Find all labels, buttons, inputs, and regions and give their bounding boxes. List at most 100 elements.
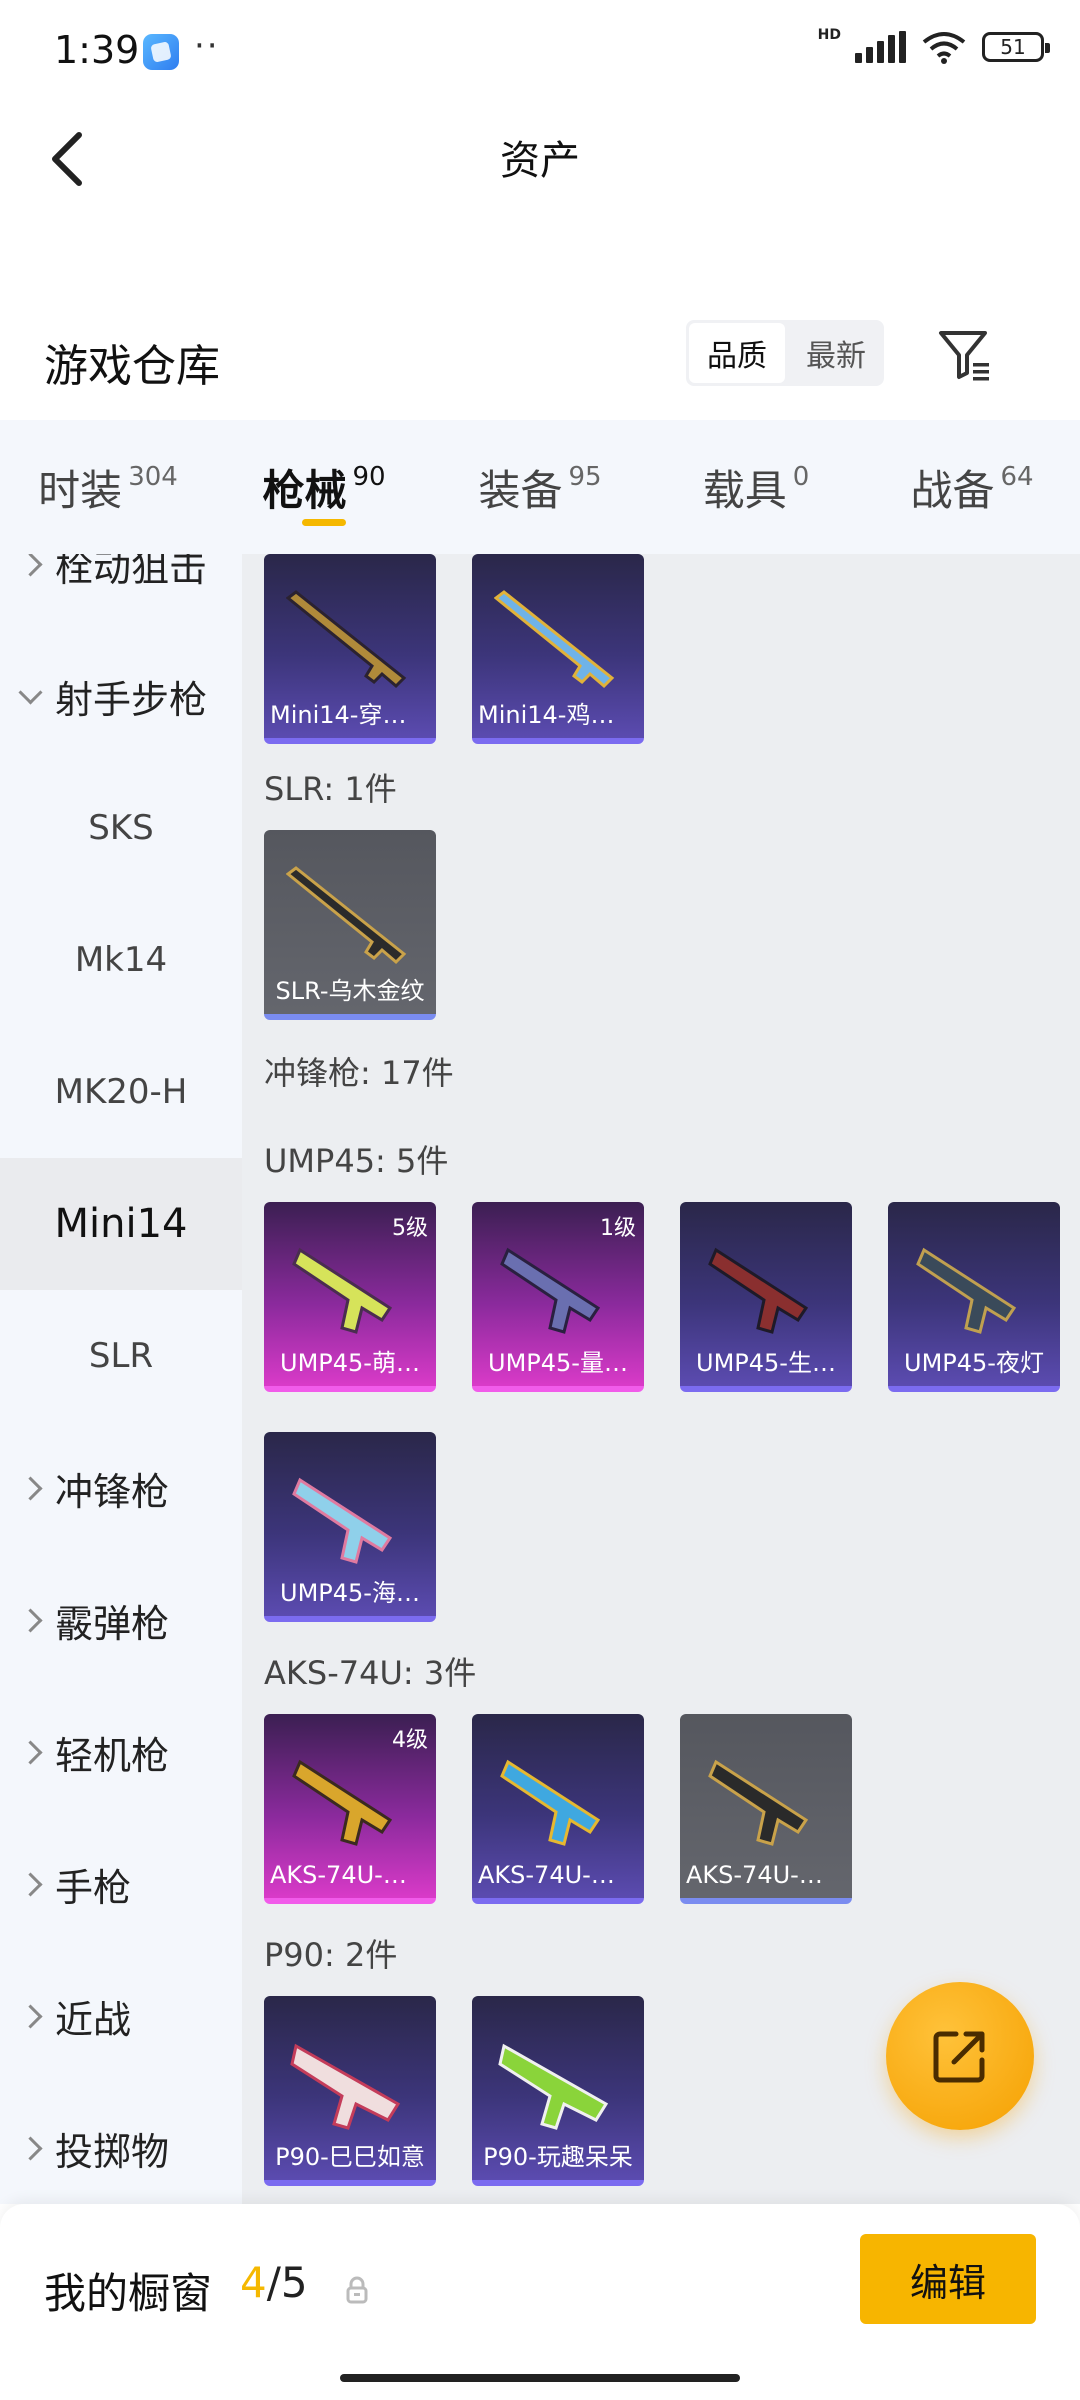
- rifle-icon: [286, 590, 407, 689]
- sidebar-item-shotgun[interactable]: 霰弹枪: [0, 1554, 242, 1686]
- weapon-card[interactable]: UMP45-夜灯: [888, 1202, 1060, 1392]
- chevron-right-icon: [18, 2003, 43, 2029]
- sort-newest-button[interactable]: 最新: [788, 320, 884, 386]
- tab-combat-gear[interactable]: 战备 64: [864, 420, 1080, 554]
- tab-count: 90: [352, 462, 386, 492]
- lock-icon: [346, 2276, 368, 2304]
- sidebar-item-slr[interactable]: SLR: [0, 1290, 242, 1422]
- sidebar-item-pistol[interactable]: 手枪: [0, 1818, 242, 1950]
- section-label-slr: SLR: 1件: [264, 770, 397, 808]
- weapon-card[interactable]: AKS-74U-鸡…: [472, 1714, 644, 1904]
- showcase-total: /5: [266, 2258, 308, 2307]
- chevron-down-icon: [18, 679, 43, 705]
- smg-icon: [498, 2043, 609, 2130]
- weapon-card[interactable]: Mini14-鸡智…: [472, 554, 644, 744]
- chevron-right-icon: [18, 1871, 43, 1897]
- sort-quality-button[interactable]: 品质: [689, 323, 785, 383]
- tab-label: 枪械: [262, 465, 347, 515]
- category-tabs: 时装 304 枪械 90 装备 95 载具 0 战备 64: [0, 420, 1080, 554]
- sidebar-item-mini14[interactable]: Mini14: [0, 1158, 242, 1290]
- chevron-right-icon: [18, 1475, 43, 1501]
- warehouse-bar: 游戏仓库 品质 最新: [0, 310, 1080, 410]
- tab-label: 装备: [478, 465, 563, 515]
- sidebar-item-melee[interactable]: 近战: [0, 1950, 242, 2082]
- tab-label: 时装: [38, 465, 123, 515]
- weapon-name: UMP45-生…: [696, 1349, 836, 1377]
- filter-button[interactable]: [930, 320, 1000, 390]
- tab-count: 304: [128, 462, 178, 492]
- weapon-card[interactable]: Mini14-穿刺…: [264, 554, 436, 744]
- page-title: 资产: [500, 138, 580, 184]
- app-notification-icon: [143, 34, 179, 70]
- weapon-card[interactable]: P90-玩趣呆呆: [472, 1996, 644, 2186]
- weapon-card[interactable]: SLR-乌木金纹: [264, 830, 436, 1020]
- sidebar-item-throwable[interactable]: 投掷物: [0, 2082, 242, 2204]
- sidebar-item-label: 冲锋枪: [55, 1469, 170, 1514]
- smg-icon: [708, 1247, 809, 1334]
- showcase-title: 我的橱窗: [44, 2269, 213, 2318]
- chevron-right-icon: [18, 1739, 43, 1765]
- weapon-card[interactable]: P90-巳巳如意: [264, 1996, 436, 2186]
- tab-vehicles[interactable]: 载具 0: [648, 420, 864, 554]
- tab-label: 战备: [910, 465, 995, 515]
- weapon-card[interactable]: 4级 AKS-74U-森…: [264, 1714, 436, 1904]
- edit-button[interactable]: 编辑: [860, 2234, 1036, 2324]
- weapon-name: P90-玩趣呆呆: [483, 2143, 633, 2171]
- weapon-name: Mini14-穿刺…: [270, 701, 431, 729]
- smg-icon: [500, 1759, 601, 1846]
- tab-weapons[interactable]: 枪械 90: [216, 420, 432, 554]
- weapon-card[interactable]: AKS-74U-乌…: [680, 1714, 852, 1904]
- sidebar-item-label: 手枪: [55, 1865, 132, 1910]
- warehouse-title: 游戏仓库: [44, 341, 220, 392]
- battery-icon: 51: [982, 32, 1050, 62]
- sidebar-item-mk14[interactable]: Mk14: [0, 894, 242, 1026]
- weapon-name: AKS-74U-乌…: [686, 1861, 847, 1889]
- sidebar-item-mk20h[interactable]: MK20-H: [0, 1026, 242, 1158]
- rifle-icon: [494, 590, 615, 689]
- tab-label: 载具: [702, 465, 787, 515]
- tab-fashion[interactable]: 时装 304: [0, 420, 216, 554]
- weapon-grid: Mini14-穿刺… Mini14-鸡智… SLR: 1件 SLR-乌木金纹 冲…: [242, 554, 1080, 2204]
- smg-icon: [290, 2043, 401, 2130]
- status-time: 1:39: [54, 28, 140, 72]
- sidebar-item-dmr[interactable]: 射手步枪: [0, 630, 242, 762]
- status-bar: 1:39 ·· HD 51: [0, 0, 1080, 100]
- sidebar-item-label: 投掷物: [55, 2129, 170, 2174]
- chevron-right-icon: [18, 554, 43, 577]
- home-indicator[interactable]: [340, 2374, 740, 2382]
- weapon-card[interactable]: UMP45-生…: [680, 1202, 852, 1392]
- tab-equipment[interactable]: 装备 95: [432, 420, 648, 554]
- sidebar-item-bolt-sniper[interactable]: 栓动狙击: [0, 554, 242, 630]
- weapon-name: UMP45-萌…: [280, 1349, 420, 1377]
- battery-level: 51: [1000, 35, 1026, 59]
- chevron-right-icon: [18, 2135, 43, 2161]
- share-button[interactable]: [886, 1982, 1034, 2130]
- sidebar-item-sks[interactable]: SKS: [0, 762, 242, 894]
- weapon-card[interactable]: 1级 UMP45-量…: [472, 1202, 644, 1392]
- sidebar-item-smg[interactable]: 冲锋枪: [0, 1422, 242, 1554]
- sidebar-item-label: 射手步枪: [55, 677, 208, 722]
- showcase-count: 4/5: [240, 2258, 308, 2307]
- weapon-name: Mini14-鸡智…: [478, 701, 639, 729]
- weapon-name: SLR-乌木金纹: [275, 977, 425, 1005]
- section-label-ump45: UMP45: 5件: [264, 1142, 449, 1180]
- sidebar-item-label: 霰弹枪: [55, 1601, 170, 1646]
- weapon-name: UMP45-夜灯: [904, 1349, 1044, 1377]
- tab-active-indicator: [302, 519, 346, 526]
- sidebar-item-label: 近战: [55, 1997, 132, 2042]
- smg-icon: [500, 1247, 601, 1334]
- weapon-name: AKS-74U-鸡…: [478, 1861, 639, 1889]
- sort-toggle: 品质 最新: [686, 320, 884, 386]
- rifle-icon: [286, 866, 407, 965]
- section-label-p90: P90: 2件: [264, 1936, 398, 1974]
- app-header: 资产: [0, 100, 1080, 220]
- weapon-card[interactable]: UMP45-海…: [264, 1432, 436, 1622]
- sidebar-item-lmg[interactable]: 轻机枪: [0, 1686, 242, 1818]
- showcase-current: 4: [240, 2258, 267, 2307]
- smg-icon: [292, 1247, 393, 1334]
- weapon-name: UMP45-海…: [280, 1579, 420, 1607]
- weapon-card[interactable]: 5级 UMP45-萌…: [264, 1202, 436, 1392]
- tab-count: 0: [792, 462, 810, 492]
- filter-icon: [939, 331, 989, 381]
- section-label-aks74u: AKS-74U: 3件: [264, 1654, 477, 1692]
